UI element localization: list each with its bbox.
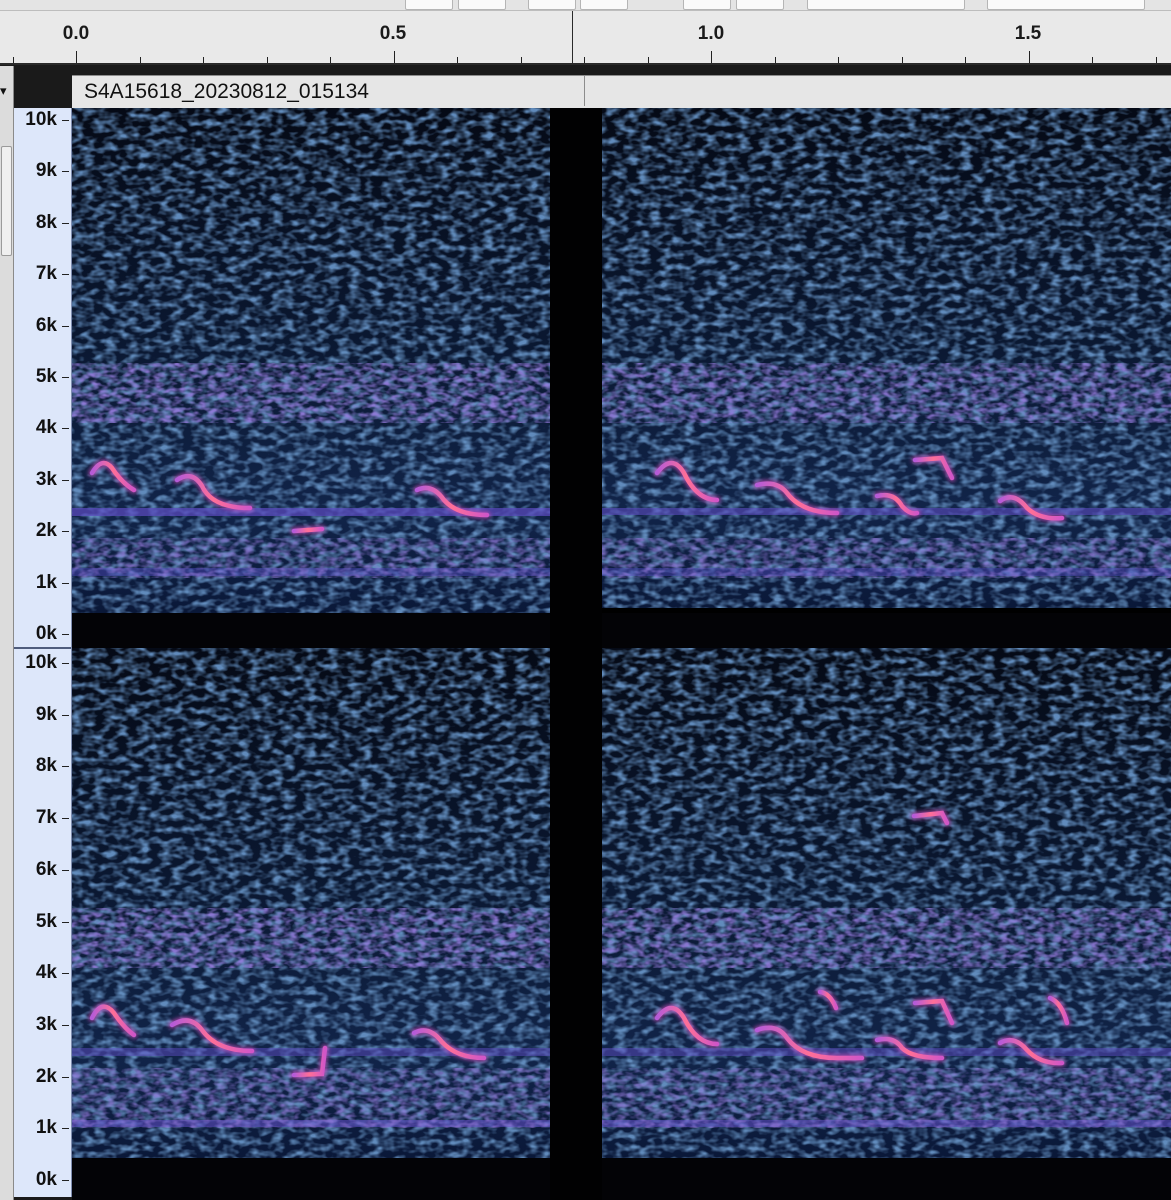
track-header: S4A15618_20230812_015134 xyxy=(72,75,1171,109)
frequency-tick xyxy=(62,582,69,584)
frequency-tick xyxy=(62,714,69,716)
frequency-label: 10k xyxy=(25,109,57,130)
toolbar-field-4[interactable] xyxy=(580,0,628,10)
frequency-label: 10k xyxy=(25,652,57,673)
frequency-label: 4k xyxy=(35,417,57,439)
frequency-label: 2k xyxy=(35,520,57,542)
frequency-label: 1k xyxy=(35,1117,57,1139)
timeline-ruler[interactable]: 0.0 0.5 1.0 1.5 xyxy=(0,11,1171,65)
track-menu-arrow-icon[interactable]: ▾ xyxy=(0,84,7,97)
frequency-tick xyxy=(62,274,69,276)
frequency-label: 2k xyxy=(35,1065,57,1087)
channel-1 xyxy=(72,108,1171,613)
frequency-label: 7k xyxy=(35,263,57,285)
timeline-tick xyxy=(711,51,712,63)
frequency-tick xyxy=(62,1180,69,1181)
frequency-tick xyxy=(62,222,69,224)
timeline-tick xyxy=(393,51,395,63)
frequency-label: 5k xyxy=(35,366,57,387)
frequency-label: 6k xyxy=(35,314,57,336)
selection-gap-overlay xyxy=(550,108,602,1200)
frequency-tick xyxy=(62,377,69,378)
toolbar-field-6[interactable] xyxy=(736,0,784,10)
playhead-marker[interactable] xyxy=(572,11,573,63)
frequency-tick xyxy=(62,869,69,871)
frequency-tick xyxy=(62,634,69,635)
frequency-label: 0k xyxy=(35,623,57,644)
frequency-tick xyxy=(62,1128,69,1130)
frequency-tick xyxy=(62,766,69,768)
frequency-tick xyxy=(62,1024,69,1026)
frequency-label: 3k xyxy=(35,1013,57,1035)
timeline-baseline xyxy=(0,63,1171,65)
frequency-tick xyxy=(62,171,69,173)
track-control-panel: ▾ xyxy=(0,66,14,1200)
frequency-label: 1k xyxy=(35,571,57,593)
timeline-tick xyxy=(76,51,77,63)
channel-divider xyxy=(14,647,71,649)
frequency-label: 3k xyxy=(35,468,57,490)
toolbar-field-8[interactable] xyxy=(987,0,1145,10)
toolbar-field-3[interactable] xyxy=(528,0,576,10)
channel-2 xyxy=(72,648,1171,1158)
timeline-label-3: 1.5 xyxy=(1014,23,1042,44)
toolbar-field-1[interactable] xyxy=(405,0,453,10)
spectrogram-view[interactable] xyxy=(72,108,1171,1200)
timeline-label-2: 1.0 xyxy=(697,23,725,44)
frequency-label: 0k xyxy=(35,1169,57,1190)
toolbar-field-2[interactable] xyxy=(458,0,506,10)
frequency-label: 6k xyxy=(35,858,57,880)
frequency-tick xyxy=(62,663,69,664)
spectrogram-canvas xyxy=(72,108,1171,1200)
frequency-tick xyxy=(62,325,69,327)
frequency-tick xyxy=(62,479,69,481)
timeline-label-1: 0.5 xyxy=(379,23,407,44)
toolbar-strip xyxy=(0,0,1171,11)
track-name[interactable]: S4A15618_20230812_015134 xyxy=(72,76,585,106)
frequency-label: 8k xyxy=(35,755,57,777)
track-collapse-button[interactable] xyxy=(1,146,12,256)
frequency-label: 4k xyxy=(35,962,57,984)
frequency-label: 5k xyxy=(35,910,57,932)
frequency-label: 7k xyxy=(35,807,57,829)
channel-gap-2 xyxy=(72,1158,1171,1200)
frequency-tick xyxy=(62,120,69,121)
frequency-tick xyxy=(62,973,69,975)
frequency-tick xyxy=(62,921,69,923)
timeline-label-0: 0.0 xyxy=(62,23,90,44)
frequency-label: 9k xyxy=(35,703,57,725)
channel-gap-1 xyxy=(72,613,1171,648)
frequency-tick xyxy=(62,1076,69,1078)
frequency-tick xyxy=(62,428,69,430)
frequency-tick xyxy=(62,818,69,820)
timeline-tick xyxy=(1028,51,1030,63)
frequency-label: 9k xyxy=(35,160,57,182)
toolbar-field-7[interactable] xyxy=(807,0,965,10)
frequency-label: 8k xyxy=(35,211,57,233)
frequency-tick xyxy=(62,531,69,533)
frequency-ruler[interactable]: 10k 9k 8k 7k 6k 5k 4k 3k 2k 1k 0k 10k 9k 8k 7k 6k 5k 4k 3k… xyxy=(14,108,72,1197)
toolbar-field-5[interactable] xyxy=(683,0,731,10)
